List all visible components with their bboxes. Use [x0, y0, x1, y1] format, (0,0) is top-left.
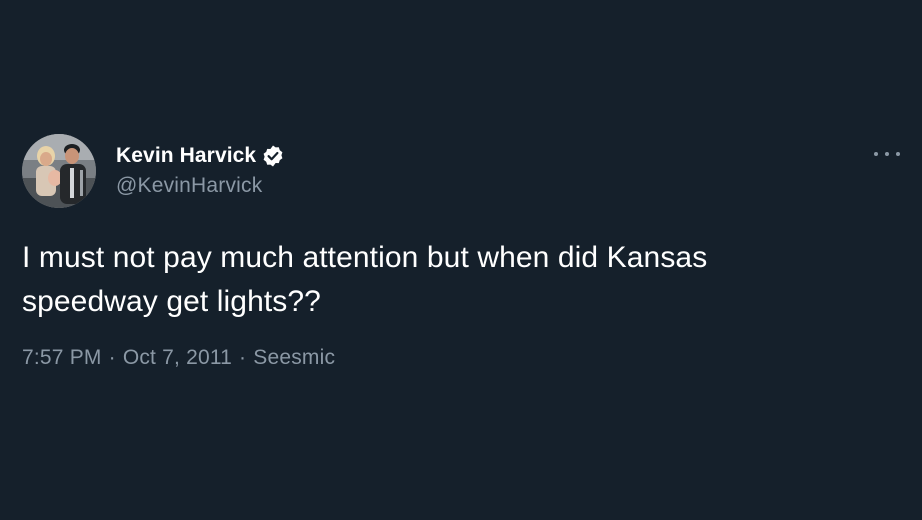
tweet-source[interactable]: Seesmic — [253, 346, 335, 370]
more-dot — [874, 152, 878, 156]
author-info: Kevin Harvick @KevinHarvick — [116, 142, 285, 198]
avatar[interactable] — [22, 134, 96, 208]
more-options-icon[interactable] — [874, 144, 900, 164]
author-display-name[interactable]: Kevin Harvick — [116, 144, 256, 168]
avatar-photo — [22, 134, 96, 208]
tweet-card: Kevin Harvick @KevinHarvick I must not p… — [22, 134, 900, 370]
tweet-date[interactable]: Oct 7, 2011 — [123, 346, 232, 370]
verified-badge-icon — [261, 144, 285, 168]
author-handle[interactable]: @KevinHarvick — [116, 174, 285, 198]
tweet-text: I must not pay much attention but when d… — [22, 241, 708, 318]
tweet-time[interactable]: 7:57 PM — [22, 346, 102, 370]
tweet-metadata: 7:57 PM · Oct 7, 2011 · Seesmic — [22, 346, 900, 370]
separator: · — [108, 346, 116, 369]
more-dot — [885, 152, 889, 156]
name-row: Kevin Harvick — [116, 142, 285, 170]
separator: · — [239, 346, 247, 369]
tweet-header: Kevin Harvick @KevinHarvick — [22, 134, 900, 210]
more-dot — [896, 152, 900, 156]
